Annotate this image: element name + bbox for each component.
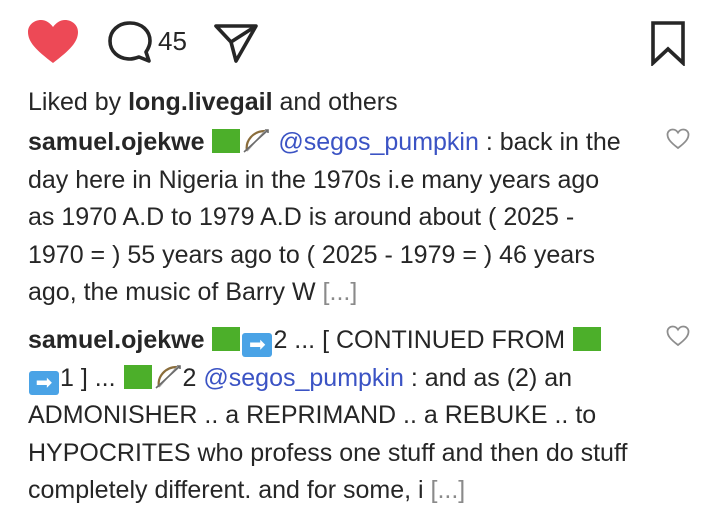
comment-count: 45 — [158, 26, 187, 56]
right-arrow-emoji: ➡ — [242, 333, 273, 357]
like-heart-icon[interactable] — [26, 19, 80, 65]
liked-by-user-link[interactable]: long.livegail — [128, 88, 272, 116]
comment-mention-link[interactable]: @segos_pumpkin — [203, 364, 404, 392]
comment-like-heart-icon[interactable] — [666, 325, 690, 347]
share-paper-plane-icon[interactable] — [212, 22, 260, 64]
bookmark-icon[interactable] — [646, 20, 690, 66]
green-square-emoji — [212, 327, 241, 351]
green-square-emoji — [212, 129, 241, 153]
liked-by-prefix: Liked by — [28, 88, 129, 116]
comment-text: 2 ... [ CONTINUED FROM — [273, 326, 573, 354]
post-action-bar: 45 — [0, 0, 720, 82]
comment-username[interactable]: samuel.ojekwe — [28, 128, 204, 156]
comment: samuel.ojekwe @segos_pumpkin : back in t… — [28, 124, 632, 312]
right-arrow-emoji: ➡ — [29, 370, 59, 395]
comment-mention-link[interactable]: @segos_pumpkin — [278, 128, 479, 156]
bow-and-arrow-emoji — [154, 364, 181, 389]
comment-username[interactable]: samuel.ojekwe — [28, 326, 204, 354]
bow-and-arrow-emoji — [243, 129, 270, 153]
green-square-emoji — [573, 327, 602, 351]
comment-bubble-icon[interactable] — [106, 20, 154, 64]
comment: samuel.ojekwe ➡ 2 ... [ CONTINUED FROM ➡ 1… — [28, 322, 632, 510]
comment-text: 1 ] ... — [60, 363, 123, 392]
comment-more-link[interactable]: [...] — [323, 278, 358, 306]
liked-by-line: Liked by long.livegail and others — [28, 86, 398, 118]
liked-by-suffix[interactable]: and others — [273, 88, 397, 116]
comment-text: 2 — [182, 363, 204, 392]
comment-more-link[interactable]: [...] — [431, 476, 466, 504]
comment-like-heart-icon[interactable] — [666, 128, 690, 150]
green-square-emoji — [123, 364, 152, 389]
